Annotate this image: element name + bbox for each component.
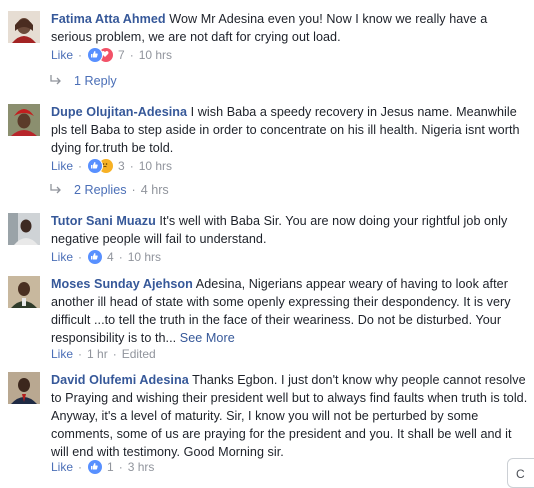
reaction-count[interactable]: 4 (107, 249, 114, 265)
avatar[interactable] (8, 372, 40, 404)
comment-author[interactable]: Tutor Sani Muazu (51, 214, 156, 228)
comment-author[interactable]: Dupe Olujitan-Adesina (51, 105, 187, 119)
separator: · (78, 48, 83, 62)
comment-body: Dupe Olujitan-Adesina I wish Baba a spee… (51, 103, 530, 157)
avatar-photo (8, 213, 40, 245)
separator: · (131, 183, 136, 197)
separator: · (129, 159, 134, 173)
comment-time[interactable]: 1 hr (87, 346, 108, 362)
avatar[interactable] (8, 276, 40, 308)
avatar[interactable] (8, 104, 40, 136)
separator: · (118, 250, 123, 264)
separator: · (118, 460, 123, 474)
comment-body: Fatima Atta Ahmed Wow Mr Adesina even yo… (51, 10, 530, 46)
like-icon (87, 47, 104, 63)
reactions[interactable] (87, 158, 115, 174)
reaction-count[interactable]: 7 (118, 47, 125, 63)
like-link[interactable]: Like (51, 459, 73, 475)
edited-label[interactable]: Edited (122, 346, 156, 362)
replies-label: 1 Reply (74, 74, 117, 88)
reply-arrow-icon (50, 74, 64, 88)
comment-author[interactable]: David Olufemi Adesina (51, 373, 189, 387)
like-link[interactable]: Like (51, 249, 73, 265)
replies-time[interactable]: 4 hrs (141, 183, 169, 197)
like-icon (87, 459, 104, 475)
separator: · (129, 48, 134, 62)
separator: · (78, 347, 83, 361)
comment-body: Moses Sunday Ajehson Adesina, Nigerians … (51, 275, 530, 347)
like-link[interactable]: Like (51, 346, 73, 362)
avatar-photo (8, 11, 40, 43)
separator: · (78, 159, 83, 173)
reaction-count[interactable]: 3 (118, 158, 125, 174)
reaction-count[interactable]: 1 (107, 459, 114, 475)
separator: · (78, 460, 83, 474)
comment-body: Tutor Sani Muazu It's well with Baba Sir… (51, 212, 530, 248)
see-more-link[interactable]: See More (180, 331, 235, 345)
comment-time[interactable]: 3 hrs (128, 459, 155, 475)
avatar-photo (8, 372, 40, 404)
replies-label: 2 Replies (74, 183, 127, 197)
chat-tab-label: C (516, 467, 525, 481)
like-link[interactable]: Like (51, 158, 73, 174)
comment-time[interactable]: 10 hrs (128, 249, 161, 265)
separator: · (112, 347, 117, 361)
comment-actions: Like · 7 · 10 hrs (51, 47, 172, 63)
comment-time[interactable]: 10 hrs (139, 47, 172, 63)
comment-author[interactable]: Fatima Atta Ahmed (51, 12, 166, 26)
comment-actions: Like · 1 · 3 hrs (51, 459, 154, 475)
comment-actions: Like · 4 · 10 hrs (51, 249, 161, 265)
reactions[interactable] (87, 459, 104, 475)
reply-arrow-icon (50, 183, 64, 197)
like-link[interactable]: Like (51, 47, 73, 63)
view-replies-link[interactable]: 1 Reply (50, 74, 117, 88)
separator: · (78, 250, 83, 264)
chat-tab-edge[interactable]: C (507, 458, 534, 488)
comment-time[interactable]: 10 hrs (139, 158, 172, 174)
like-icon (87, 249, 104, 265)
avatar-photo (8, 276, 40, 308)
reactions[interactable] (87, 47, 115, 63)
reactions[interactable] (87, 249, 104, 265)
comment-actions: Like · 3 · 10 hrs (51, 158, 172, 174)
comment-author[interactable]: Moses Sunday Ajehson (51, 277, 193, 291)
comment-actions: Like · 1 hr · Edited (51, 346, 156, 362)
view-replies-link[interactable]: 2 Replies · 4 hrs (50, 183, 169, 197)
comment-body: David Olufemi Adesina Thanks Egbon. I ju… (51, 371, 530, 461)
avatar[interactable] (8, 11, 40, 43)
like-icon (87, 158, 104, 174)
avatar[interactable] (8, 213, 40, 245)
avatar-photo (8, 104, 40, 136)
